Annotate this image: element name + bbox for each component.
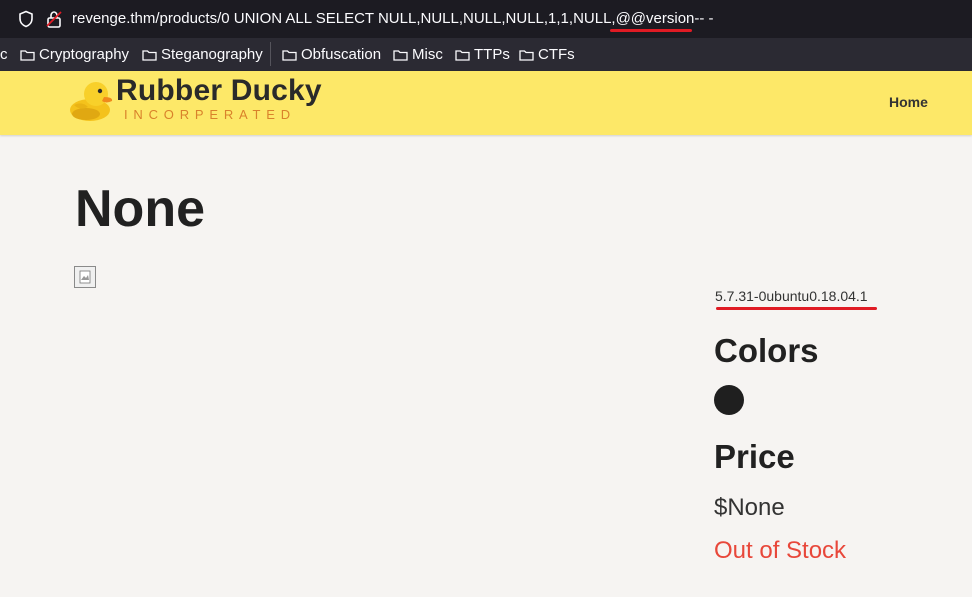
price-value: $None [714,494,785,521]
bookmarks-separator [270,42,271,66]
bookmark-cryptography[interactable]: Cryptography [20,46,129,63]
insecure-lock-icon[interactable] [46,10,62,28]
folder-icon [142,49,157,61]
site-header: Rubber Ducky INCORPERATED Home [0,71,972,135]
shield-icon[interactable] [17,10,35,28]
bookmark-partial[interactable]: c [0,46,8,63]
bookmarks-toolbar: c Cryptography Steganography Obfuscation… [0,38,972,71]
url-text[interactable]: revenge.thm/products/0 UNION ALL SELECT … [72,10,714,27]
bookmark-steganography[interactable]: Steganography [142,46,263,63]
stock-status: Out of Stock [714,537,847,564]
folder-icon [20,49,35,61]
bookmark-ttps[interactable]: TTPs [455,46,510,63]
rubber-duck-logo-icon[interactable] [68,77,114,123]
folder-icon [519,49,534,61]
folder-icon [282,49,297,61]
version-annotation-underline [716,307,877,310]
folder-icon [455,49,470,61]
bookmark-ctfs[interactable]: CTFs [519,46,575,63]
bookmark-obfuscation[interactable]: Obfuscation [282,46,381,63]
url-annotation-underline [610,29,692,32]
browser-url-bar[interactable]: revenge.thm/products/0 UNION ALL SELECT … [0,0,972,38]
bookmark-misc[interactable]: Misc [393,46,443,63]
price-heading: Price [714,438,795,475]
brand-subtitle: INCORPERATED [124,107,296,122]
color-swatch[interactable] [714,385,744,415]
brand-title[interactable]: Rubber Ducky [116,74,322,108]
version-text: 5.7.31-0ubuntu0.18.04.1 [715,288,868,304]
colors-heading: Colors [714,332,819,369]
product-title: None [75,180,205,238]
image-placeholder-icon [79,270,91,284]
broken-image-icon [74,266,96,288]
nav-home-link[interactable]: Home [889,94,928,110]
folder-icon [393,49,408,61]
